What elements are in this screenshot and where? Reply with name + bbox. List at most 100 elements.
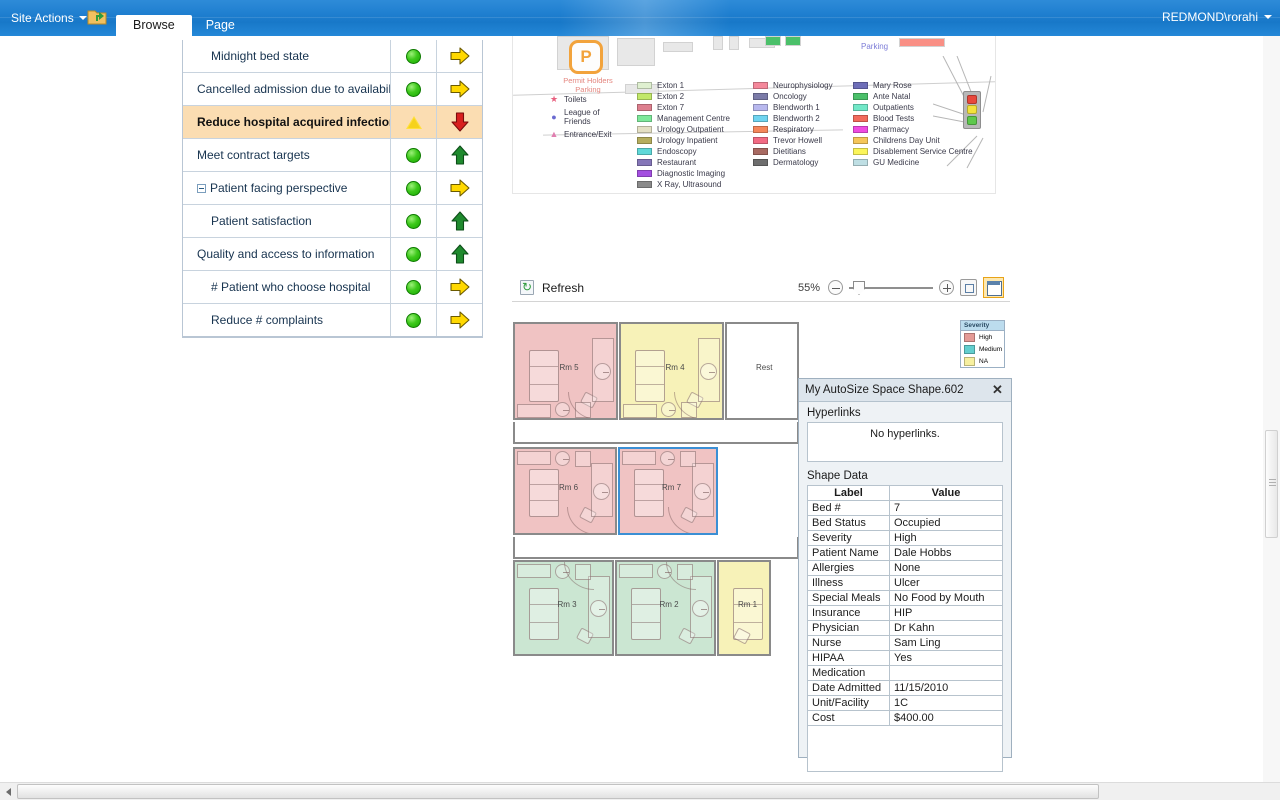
floorplan-room[interactable]: Rm 2 — [615, 560, 716, 656]
floorplan-room[interactable]: Rm 6 — [513, 447, 617, 535]
severity-legend: Severity High Medium NA — [960, 320, 1005, 368]
shape-data-section: Shape Data Label Value Bed #7 Bed Status O… — [799, 462, 1011, 772]
scorecard-row[interactable]: # Patient who choose hospital — [183, 271, 482, 304]
hyperlinks-heading: Hyperlinks — [807, 407, 861, 419]
shape-data-value: $400.00 — [889, 710, 1003, 726]
scorecard-row[interactable]: Patient satisfaction — [183, 205, 482, 238]
scorecard-name-wrap: Reduce # complaints — [211, 313, 323, 327]
refresh-button[interactable]: Refresh — [520, 279, 584, 295]
legend-item: Blood Tests — [853, 113, 973, 124]
legend-item-label: Outpatients — [873, 102, 914, 112]
close-icon[interactable]: ✕ — [990, 383, 1005, 398]
scorecard-trend-cell — [436, 271, 482, 303]
severity-legend-row: High — [961, 331, 1004, 343]
navigate-up-icon[interactable] — [86, 7, 108, 27]
bed-divider — [530, 500, 558, 502]
legend-item-label: Oncology — [773, 91, 807, 101]
legend-color-swatch — [753, 136, 768, 144]
scorecard-trend-cell — [436, 172, 482, 204]
horizontal-scrollbar[interactable] — [0, 782, 1280, 800]
bed-divider — [635, 500, 663, 502]
legend-color-swatch — [637, 169, 652, 177]
legend-item-label: Blendworth 1 — [773, 102, 820, 112]
scorecard-row[interactable]: Midnight bed state — [183, 40, 482, 73]
top-ribbon: Site Actions Browse Page REDMOND\rorahi — [0, 0, 1280, 36]
floorplan-room[interactable]: Rm 3 — [513, 560, 614, 656]
shape-data-row: Nurse Sam Ling — [807, 635, 1003, 651]
green-circle-status-icon — [406, 279, 421, 295]
shape-data-value: Ulcer — [889, 575, 1003, 591]
scorecard-row[interactable]: Cancelled admission due to availability — [183, 73, 482, 106]
room-label: Rm 3 — [557, 600, 577, 609]
scorecard-name-wrap: Reduce hospital acquired infection — [197, 115, 390, 129]
legend-item-label: Respiratory — [773, 124, 814, 134]
traffic-light-green — [967, 116, 977, 126]
zoom-out-icon[interactable] — [828, 280, 843, 295]
tab-browse[interactable]: Browse — [116, 15, 192, 36]
map-symbol-item: ▲ Entrance/Exit — [547, 129, 618, 139]
column-header-value: Value — [889, 485, 1003, 501]
map-building — [663, 42, 693, 52]
yellow-right-arrow-icon — [449, 311, 470, 329]
scorecard-row[interactable]: Reduce # complaints — [183, 304, 482, 337]
scroll-left-arrow-icon[interactable] — [0, 783, 17, 800]
floorplan-room[interactable]: Rm 7 — [618, 447, 718, 535]
scorecard-row[interactable]: Reduce hospital acquired infection — [183, 106, 482, 139]
user-menu[interactable]: REDMOND\rorahi — [1162, 10, 1272, 24]
legend-item: Exton 1 — [637, 80, 730, 91]
zoom-slider[interactable] — [849, 280, 933, 295]
shape-data-table: Label Value Bed #7 Bed Status Occupied Seve… — [807, 485, 1003, 726]
shape-data-header-row: Label Value — [807, 485, 1003, 501]
scorecard-row-label: Patient facing perspective — [210, 181, 348, 195]
legend-item: Exton 2 — [637, 91, 730, 102]
tab-page[interactable]: Page — [192, 15, 249, 36]
sink-shape — [593, 483, 610, 500]
scorecard-row-label: Meet contract targets — [197, 148, 310, 162]
scorecard-row[interactable]: Patient facing perspective — [183, 172, 482, 205]
floorplan-room[interactable]: Rm 5 — [513, 322, 618, 420]
site-actions-menu[interactable]: Site Actions — [6, 8, 92, 28]
shape-info-pane-icon[interactable] — [983, 277, 1004, 298]
scorecard-trend-cell — [436, 106, 482, 138]
zoom-in-icon[interactable] — [939, 280, 954, 295]
floorplan-room[interactable]: Rm 1 — [717, 560, 771, 656]
zoom-slider-thumb[interactable] — [853, 281, 865, 295]
green-up-arrow-icon — [450, 145, 469, 165]
scorecard-row[interactable]: Quality and access to information — [183, 238, 482, 271]
room-label: Rm 7 — [662, 483, 682, 492]
scorecard-row[interactable]: Meet contract targets — [183, 139, 482, 172]
map-legend-column-2: Neurophysiology Oncology Blendworth 1 Blend… — [753, 80, 833, 168]
shape-data-row: Insurance HIP — [807, 605, 1003, 621]
horizontal-scroll-track[interactable] — [17, 783, 1280, 800]
floorplan-room[interactable]: Rm 4 — [619, 322, 724, 420]
horizontal-scroll-thumb[interactable] — [17, 784, 1099, 799]
vertical-scrollbar[interactable] — [1263, 36, 1280, 782]
legend-color-swatch — [853, 81, 868, 89]
bed-headboard — [635, 470, 663, 485]
shape-data-value: Dr Kahn — [889, 620, 1003, 636]
basin-shape — [555, 402, 570, 417]
green-circle-status-icon — [406, 180, 421, 196]
legend-item-label: Exton 2 — [657, 91, 685, 101]
vertical-scroll-thumb[interactable] — [1265, 430, 1278, 538]
legend-item: Respiratory — [753, 124, 833, 135]
shape-data-row: Physician Dr Kahn — [807, 620, 1003, 636]
shape-data-label: Special Meals — [807, 590, 890, 606]
shape-data-row: Medication — [807, 665, 1003, 681]
yellow-triangle-status-icon — [405, 115, 422, 129]
shape-data-value: Dale Hobbs — [889, 545, 1003, 561]
legend-item-label: Pharmacy — [873, 124, 910, 134]
fit-to-page-icon[interactable] — [960, 279, 977, 296]
page-root: Site Actions Browse Page REDMOND\rorahi … — [0, 0, 1280, 800]
collapse-expander-icon[interactable] — [197, 183, 206, 193]
severity-legend-label: High — [979, 333, 993, 341]
legend-color-swatch — [853, 103, 868, 111]
legend-color-swatch — [753, 147, 768, 155]
shape-data-label: HIPAA — [807, 650, 890, 666]
shape-data-panel: My AutoSize Space Shape.602 ✕ Hyperlinks… — [798, 378, 1012, 772]
scorecard-row-label: Reduce hospital acquired infection — [197, 115, 390, 129]
legend-color-swatch — [637, 92, 652, 100]
floorplan-room[interactable]: Rest — [725, 322, 799, 420]
legend-item-label: Dietitians — [773, 146, 806, 156]
shape-data-label: Illness — [807, 575, 890, 591]
